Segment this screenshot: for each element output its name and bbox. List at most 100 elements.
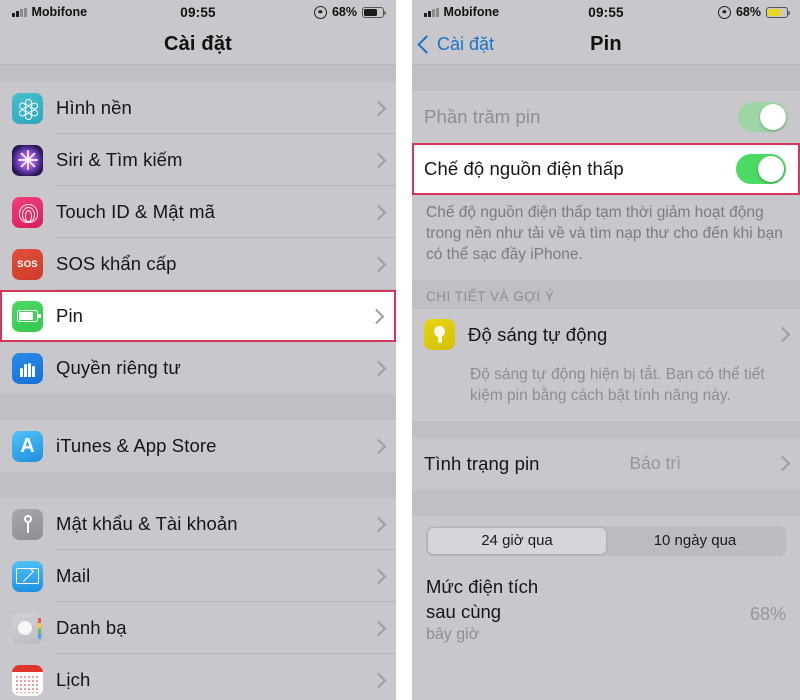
low-power-mode-toggle[interactable] xyxy=(736,154,786,184)
left-phone-screen: Mobifone 09:55 68% Cài đặt Hình nền Siri… xyxy=(0,0,396,700)
left-status-bar: Mobifone 09:55 68% xyxy=(0,0,396,24)
right-nav-bar: Cài đặt Pin xyxy=(412,24,800,64)
location-services-icon xyxy=(313,5,327,19)
battery-health-row[interactable]: Tình trạng pin Bảo trì xyxy=(412,438,800,490)
chevron-right-icon xyxy=(370,152,387,168)
sidebar-item-label: Mail xyxy=(56,565,91,586)
chevron-right-icon xyxy=(370,620,387,636)
chevron-right-icon xyxy=(370,360,387,376)
battery-toggles-group: Phần trăm pin Chế độ nguồn điện thấp xyxy=(412,91,800,195)
last-charge-title: Mức điện tích sau cùng xyxy=(426,574,538,625)
key-icon xyxy=(12,508,43,540)
sidebar-item-calendar[interactable]: Lịch xyxy=(0,654,396,700)
sidebar-item-emergency-sos[interactable]: SOS SOS khẩn cấp xyxy=(0,238,396,290)
chevron-left-icon xyxy=(417,34,436,54)
sos-icon: SOS xyxy=(12,248,43,280)
low-power-mode-label: Chế độ nguồn điện thấp xyxy=(424,158,624,179)
chevron-right-icon xyxy=(370,516,387,532)
segment-10d[interactable]: 10 ngày qua xyxy=(606,528,784,554)
details-group: Độ sáng tự động xyxy=(412,308,800,361)
left-nav-bar: Cài đặt xyxy=(0,24,396,64)
location-services-icon xyxy=(717,5,731,19)
right-status-right-group: 68% xyxy=(717,5,790,19)
usage-range-segmented-control[interactable]: 24 giờ qua 10 ngày qua xyxy=(426,525,786,556)
battery-percentage-toggle[interactable] xyxy=(738,102,788,132)
siri-icon xyxy=(12,144,43,176)
left-status-right-group: 68% xyxy=(313,5,386,19)
low-power-mode-row[interactable]: Chế độ nguồn điện thấp xyxy=(412,143,800,195)
battery-status-icon-lowpower xyxy=(766,6,790,18)
sidebar-item-label: Lịch xyxy=(56,669,91,690)
sidebar-item-battery[interactable]: Pin xyxy=(0,290,396,342)
last-charge-title-line2: sau cùng xyxy=(426,601,502,623)
sidebar-item-passwords-accounts[interactable]: Mật khẩu & Tài khoản xyxy=(0,498,396,550)
group-gap-3 xyxy=(412,420,800,438)
battery-percent-label: 68% xyxy=(331,5,357,19)
usage-range-segmented-wrap: 24 giờ qua 10 ngày qua xyxy=(412,515,800,568)
battery-status-icon xyxy=(362,6,386,18)
sidebar-item-label: Mật khẩu & Tài khoản xyxy=(56,513,238,534)
sidebar-item-label: iTunes & App Store xyxy=(56,435,217,456)
low-power-footnote: Chế độ nguồn điện thấp tạm thời giảm hoạ… xyxy=(412,195,800,280)
group-gap-2 xyxy=(0,472,396,498)
sidebar-item-contacts[interactable]: Danh bạ xyxy=(0,602,396,654)
sidebar-item-label: SOS khẩn cấp xyxy=(56,253,177,274)
chevron-right-icon xyxy=(370,256,387,272)
chevron-right-icon xyxy=(774,326,791,343)
sidebar-item-touch-id-passcode[interactable]: Touch ID & Mật mã xyxy=(0,186,396,238)
back-button[interactable]: Cài đặt xyxy=(412,34,494,55)
chevron-right-icon xyxy=(370,568,387,584)
lightbulb-icon xyxy=(424,319,455,351)
wallpaper-icon xyxy=(12,92,43,124)
battery-health-group: Tình trạng pin Bảo trì xyxy=(412,437,800,490)
mail-icon xyxy=(12,560,43,592)
settings-group-1: Hình nền Siri & Tìm kiếm Touch ID & Mật … xyxy=(0,82,396,394)
privacy-hand-icon xyxy=(12,352,43,384)
sidebar-item-label: Hình nền xyxy=(56,97,132,118)
sidebar-item-label: Pin xyxy=(56,305,84,326)
chevron-right-icon xyxy=(370,438,387,454)
battery-percent-label: 68% xyxy=(735,5,761,19)
itunes-appstore-icon: A xyxy=(12,430,43,462)
group-gap-top xyxy=(412,65,800,91)
group-gap-4 xyxy=(412,489,800,516)
last-charge-block: Mức điện tích sau cùng 68% bây giờ xyxy=(412,567,800,644)
chevron-right-icon xyxy=(774,455,791,472)
battery-icon xyxy=(12,300,43,332)
sidebar-item-privacy[interactable]: Quyền riêng tư xyxy=(0,342,396,394)
sidebar-item-label: Touch ID & Mật mã xyxy=(56,201,216,222)
group-gap-1 xyxy=(0,394,396,420)
sidebar-item-label: Quyền riêng tư xyxy=(56,357,181,378)
battery-percentage-row[interactable]: Phần trăm pin xyxy=(412,91,800,143)
segment-24h[interactable]: 24 giờ qua xyxy=(428,527,606,554)
chevron-right-icon xyxy=(370,672,387,688)
back-button-label: Cài đặt xyxy=(437,33,495,54)
details-section-header: CHI TIẾT VÀ GỢI Ý xyxy=(412,279,800,309)
sidebar-item-label: Siri & Tìm kiếm xyxy=(56,149,183,170)
auto-brightness-row[interactable]: Độ sáng tự động xyxy=(412,309,800,361)
right-phone-screen: Mobifone 09:55 68% Cài đặt Pin Phần trăm… xyxy=(412,0,800,700)
auto-brightness-label: Độ sáng tự động xyxy=(468,323,608,345)
dual-screenshot-container: Mobifone 09:55 68% Cài đặt Hình nền Siri… xyxy=(0,0,800,700)
sidebar-item-itunes-app-store[interactable]: A iTunes & App Store xyxy=(0,420,396,472)
sidebar-item-label: Danh bạ xyxy=(56,617,127,638)
sidebar-item-mail[interactable]: Mail xyxy=(0,550,396,602)
auto-brightness-note: Độ sáng tự động hiện bị tắt. Bạn có thể … xyxy=(412,360,800,421)
last-charge-row: Mức điện tích sau cùng 68% xyxy=(426,574,786,625)
battery-health-label: Tình trạng pin xyxy=(424,452,540,474)
right-status-bar: Mobifone 09:55 68% xyxy=(412,0,800,24)
sidebar-item-siri-search[interactable]: Siri & Tìm kiếm xyxy=(0,134,396,186)
settings-group-2: A iTunes & App Store xyxy=(0,420,396,472)
appstore-glyph: A xyxy=(20,434,35,457)
sidebar-item-wallpaper[interactable]: Hình nền xyxy=(0,82,396,134)
battery-health-value: Bảo trì xyxy=(629,453,682,474)
screen-divider xyxy=(396,0,412,700)
calendar-icon xyxy=(12,664,43,696)
bottom-filler xyxy=(412,643,800,684)
last-charge-value: 68% xyxy=(749,603,786,624)
contacts-icon xyxy=(12,612,43,644)
last-charge-title-line1: Mức điện tích xyxy=(426,575,539,597)
chevron-right-icon xyxy=(370,100,387,116)
group-gap-top xyxy=(0,65,396,82)
page-title: Cài đặt xyxy=(163,32,233,55)
